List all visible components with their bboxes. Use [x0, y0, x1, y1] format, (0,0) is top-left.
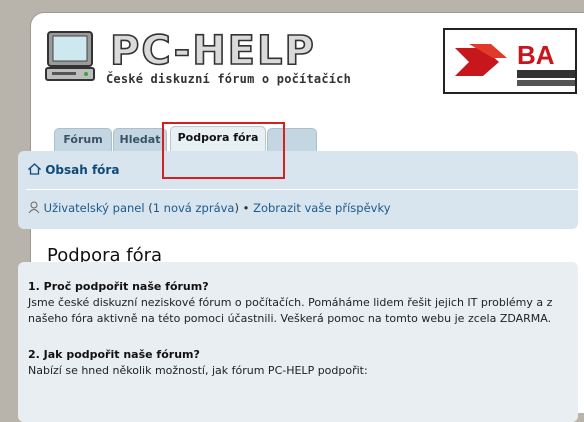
- user-panel-link[interactable]: Uživatelský panel: [44, 201, 145, 215]
- computer-icon: [45, 31, 95, 81]
- content-panel: 1. Proč podpořit naše fórum? Jsme české …: [18, 262, 578, 422]
- paren-open: (: [144, 201, 153, 215]
- tab-forum[interactable]: Fórum: [54, 128, 112, 151]
- breadcrumb: Obsah fóra: [27, 163, 119, 177]
- banner-bar: [517, 70, 575, 78]
- new-messages-link[interactable]: 1 nová zpráva: [153, 201, 235, 215]
- site-logo[interactable]: PC-HELP České diskuzní fórum o počítačíc…: [44, 27, 364, 92]
- paragraph-line: Nabízí se hned několik možností, jak fór…: [28, 364, 368, 377]
- section-heading: 1. Proč podpořit naše fórum?: [28, 280, 209, 293]
- forum-index-link[interactable]: Obsah fóra: [45, 163, 119, 177]
- user-links: Uživatelský panel (1 nová zpráva) • Zobr…: [28, 201, 391, 215]
- logo-subtitle: České diskuzní fórum o počítačích: [106, 72, 352, 86]
- bullet-separator: •: [238, 201, 254, 215]
- ad-banner[interactable]: BA: [443, 28, 577, 94]
- logo-title: PC-HELP: [109, 27, 316, 75]
- home-icon: [27, 163, 42, 175]
- banner-bar: [517, 80, 575, 86]
- section-heading: 2. Jak podpořit naše fórum?: [28, 348, 200, 361]
- highlight-box: [162, 122, 285, 179]
- brand-logo-icon: [455, 44, 507, 76]
- navbar: Obsah fóra Uživatelský panel (1 nová zpr…: [18, 151, 578, 229]
- my-posts-link[interactable]: Zobrazit vaše příspěvky: [253, 201, 390, 215]
- tab-search[interactable]: Hledat: [113, 128, 167, 151]
- user-icon: [28, 201, 40, 214]
- paragraph-line: našeho fóra aktivně na této pomoci účast…: [28, 312, 552, 325]
- paragraph-line: Jsme české diskuzní neziskové fórum o po…: [28, 296, 553, 309]
- divider: [26, 189, 578, 190]
- banner-text: BA: [517, 40, 555, 70]
